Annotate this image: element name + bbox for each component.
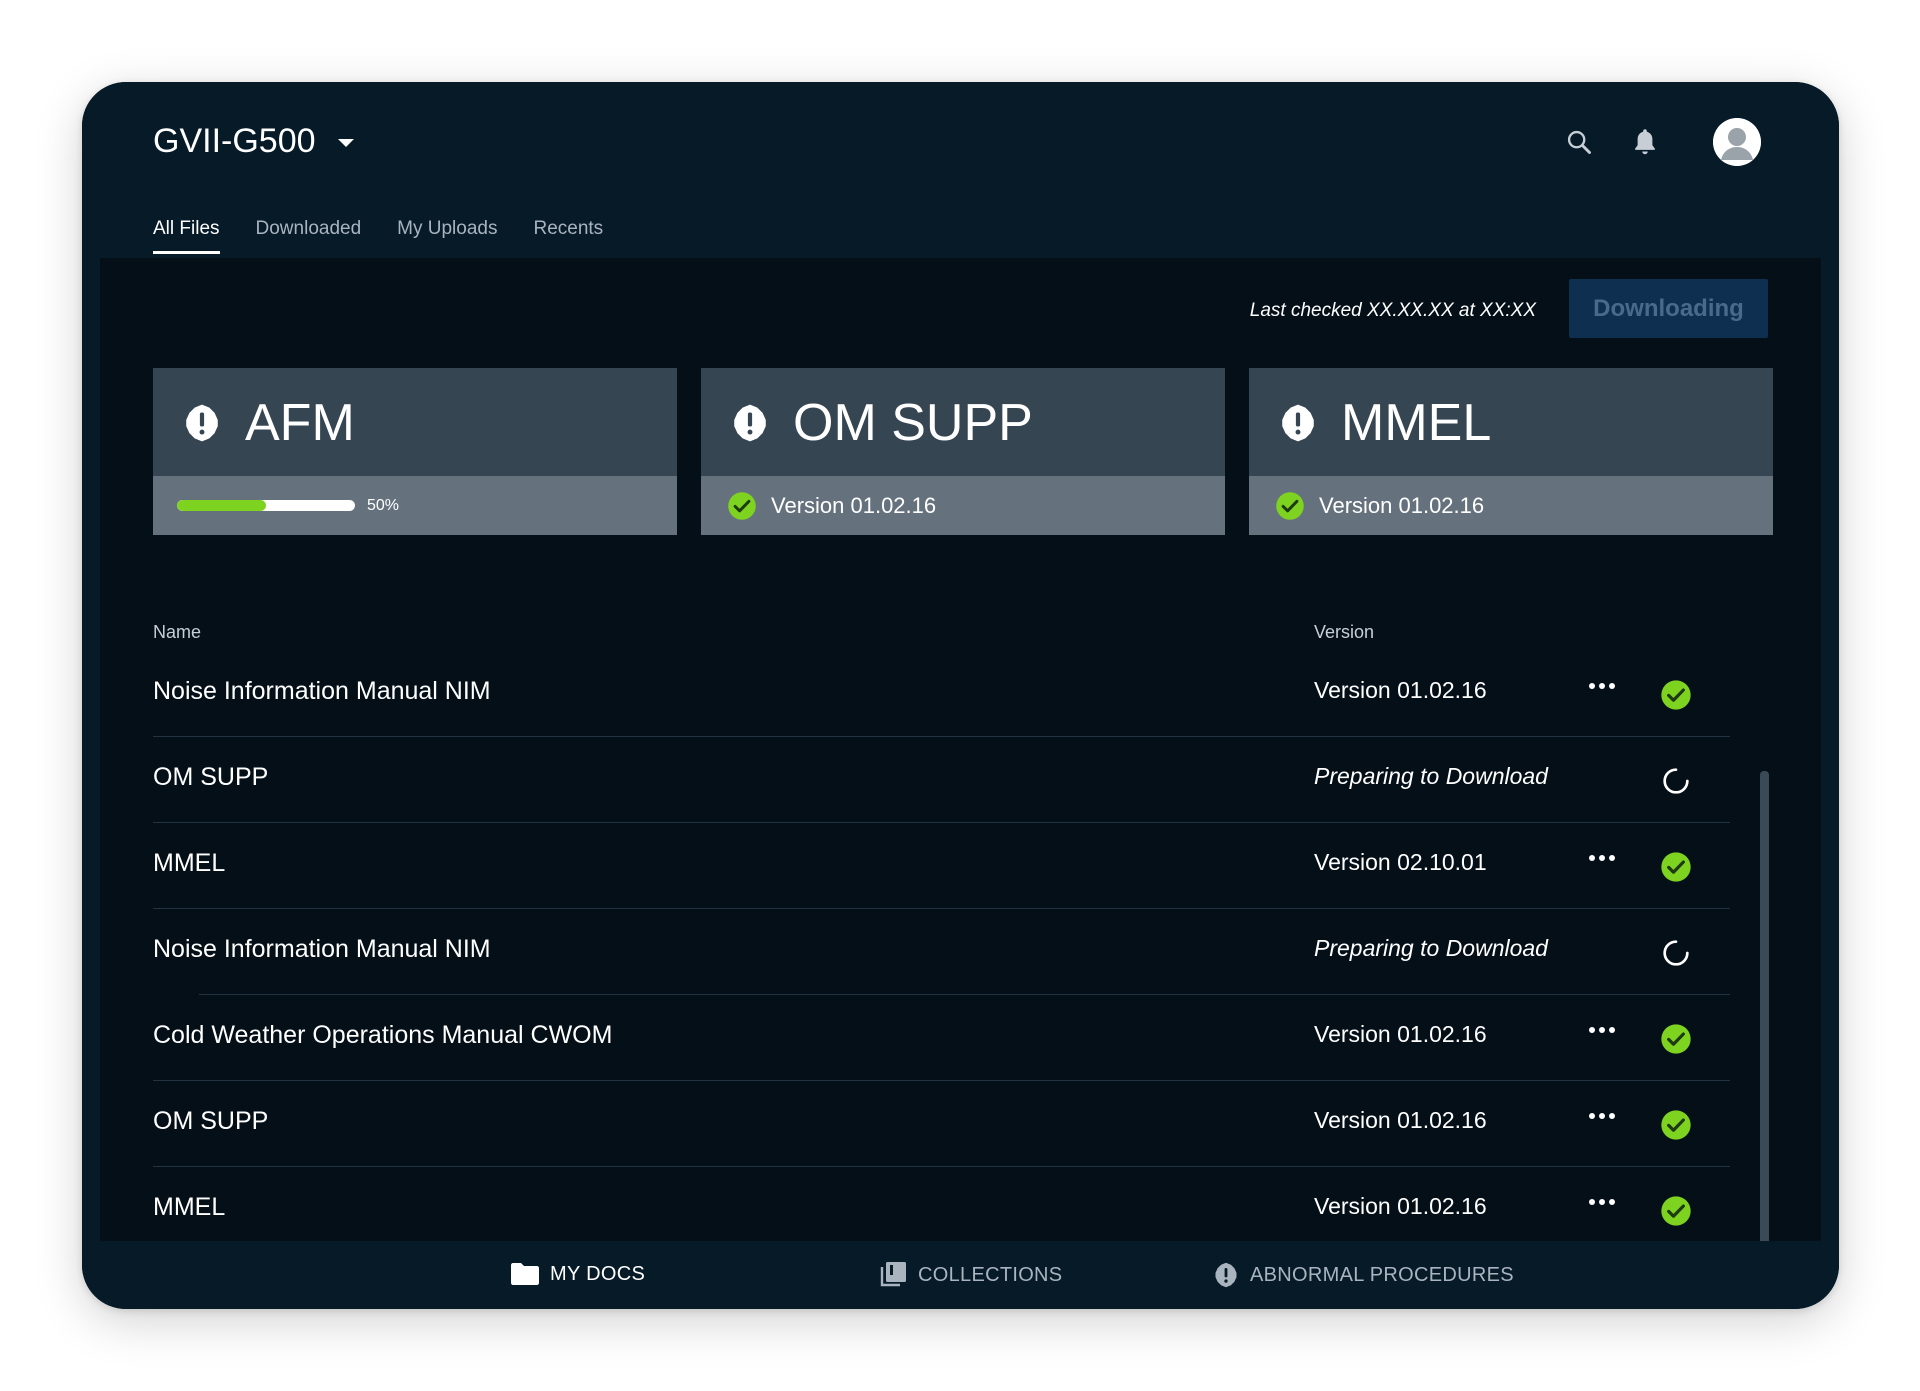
card-title: MMEL xyxy=(1341,394,1492,452)
check-circle-icon xyxy=(1660,851,1692,883)
more-options-icon[interactable] xyxy=(1589,855,1615,861)
table-row[interactable]: Cold Weather Operations Manual CWOM Versi… xyxy=(153,995,1730,1081)
aircraft-tail-label: GVII-G500 xyxy=(153,122,316,160)
bell-icon[interactable] xyxy=(1629,126,1661,158)
file-name[interactable]: OM SUPP xyxy=(153,763,268,792)
alert-icon xyxy=(186,404,218,442)
table-row[interactable]: Noise Information Manual NIM Version 01.0… xyxy=(153,651,1730,737)
file-name[interactable]: MMEL xyxy=(153,849,225,878)
card-footer: Version 01.02.16 xyxy=(701,476,1225,535)
last-checked-text: Last checked XX.XX.XX at XX:XX xyxy=(1249,300,1536,321)
scrollbar[interactable] xyxy=(1760,771,1769,1298)
more-options-icon[interactable] xyxy=(1589,1113,1615,1119)
table-row[interactable]: OM SUPP Preparing to Download xyxy=(153,737,1730,823)
card-footer: 50% xyxy=(153,476,677,535)
file-name[interactable]: Cold Weather Operations Manual CWOM xyxy=(153,1021,612,1050)
avatar[interactable] xyxy=(1713,118,1761,166)
column-header-version: Version xyxy=(1314,622,1375,642)
check-circle-icon xyxy=(1276,491,1304,520)
file-version: Preparing to Download xyxy=(1314,763,1548,789)
card-afm[interactable]: AFM 50% xyxy=(153,368,677,535)
aircraft-selector[interactable]: GVII-G500 xyxy=(153,122,354,161)
table-row[interactable]: Noise Information Manual NIM Preparing to… xyxy=(153,909,1730,995)
tab-downloaded[interactable]: Downloaded xyxy=(256,218,362,254)
loading-spinner-icon xyxy=(1660,765,1692,797)
check-circle-icon xyxy=(728,491,756,520)
progress-bar xyxy=(177,500,355,511)
file-version: Preparing to Download xyxy=(1314,935,1548,961)
card-title: AFM xyxy=(245,394,355,452)
nav-label: COLLECTIONS xyxy=(918,1263,1063,1286)
alert-icon xyxy=(734,404,766,442)
progress-fill xyxy=(177,500,266,511)
card-title: OM SUPP xyxy=(793,394,1033,452)
file-version: Version 01.02.16 xyxy=(1314,1107,1487,1133)
file-name[interactable]: OM SUPP xyxy=(153,1107,268,1136)
table-row[interactable]: MMEL Version 02.10.01 xyxy=(153,823,1730,909)
progress-label: 50% xyxy=(367,496,400,514)
check-circle-icon xyxy=(1660,1109,1692,1141)
tab-my-uploads[interactable]: My Uploads xyxy=(397,218,497,254)
tab-recents[interactable]: Recents xyxy=(533,218,603,254)
card-footer: Version 01.02.16 xyxy=(1249,476,1773,535)
file-name[interactable]: Noise Information Manual NIM xyxy=(153,935,491,964)
collections-icon xyxy=(880,1262,906,1287)
nav-label: ABNORMAL PROCEDURES xyxy=(1250,1263,1514,1286)
check-circle-icon xyxy=(1660,679,1692,711)
alert-icon xyxy=(1215,1262,1237,1288)
file-list: Noise Information Manual NIM Version 01.0… xyxy=(153,651,1730,1253)
card-version: Version 01.02.16 xyxy=(771,492,937,518)
more-options-icon[interactable] xyxy=(1589,1199,1615,1205)
main-content: Last checked XX.XX.XX at XX:XX Downloadi… xyxy=(100,258,1821,1298)
more-options-icon[interactable] xyxy=(1589,683,1615,689)
alert-icon xyxy=(1282,404,1314,442)
folder-icon xyxy=(511,1263,539,1285)
column-header-name: Name xyxy=(153,622,202,642)
file-tabs: All Files Downloaded My Uploads Recents xyxy=(153,218,603,254)
bottom-nav: MY DOCS COLLECTIONS ABNORMAL PROCEDURES xyxy=(82,1241,1839,1309)
card-version: Version 01.02.16 xyxy=(1319,492,1485,518)
nav-collections[interactable]: COLLECTIONS xyxy=(878,1261,1062,1289)
app-header: GVII-G500 All Files Downloaded My Upload… xyxy=(82,82,1839,257)
search-icon[interactable] xyxy=(1563,126,1595,158)
downloading-button[interactable]: Downloading xyxy=(1569,279,1768,338)
nav-my-docs[interactable]: MY DOCS xyxy=(510,1261,645,1287)
nav-label: MY DOCS xyxy=(550,1262,646,1285)
file-version: Version 01.02.16 xyxy=(1314,677,1487,703)
tablet-frame: GVII-G500 All Files Downloaded My Upload… xyxy=(82,82,1839,1309)
caret-down-icon xyxy=(337,138,354,147)
card-om-supp[interactable]: OM SUPP Version 01.02.16 xyxy=(701,368,1225,535)
summary-cards: AFM 50% OM SUPP Version 01.02.16 MMEL Ve… xyxy=(153,368,1773,535)
table-row[interactable]: OM SUPP Version 01.02.16 xyxy=(153,1081,1730,1167)
card-mmel[interactable]: MMEL Version 01.02.16 xyxy=(1249,368,1773,535)
nav-abnormal-procedures[interactable]: ABNORMAL PROCEDURES xyxy=(1212,1261,1514,1289)
tab-all-files[interactable]: All Files xyxy=(153,218,220,254)
check-circle-icon xyxy=(1660,1195,1692,1227)
more-options-icon[interactable] xyxy=(1589,1027,1615,1033)
loading-spinner-icon xyxy=(1660,937,1692,969)
file-version: Version 01.02.16 xyxy=(1314,1193,1487,1219)
file-version: Version 01.02.16 xyxy=(1314,1021,1487,1047)
file-name[interactable]: Noise Information Manual NIM xyxy=(153,677,491,706)
check-circle-icon xyxy=(1660,1023,1692,1055)
file-name[interactable]: MMEL xyxy=(153,1193,225,1222)
file-version: Version 02.10.01 xyxy=(1314,849,1487,875)
header-actions xyxy=(1563,118,1761,166)
